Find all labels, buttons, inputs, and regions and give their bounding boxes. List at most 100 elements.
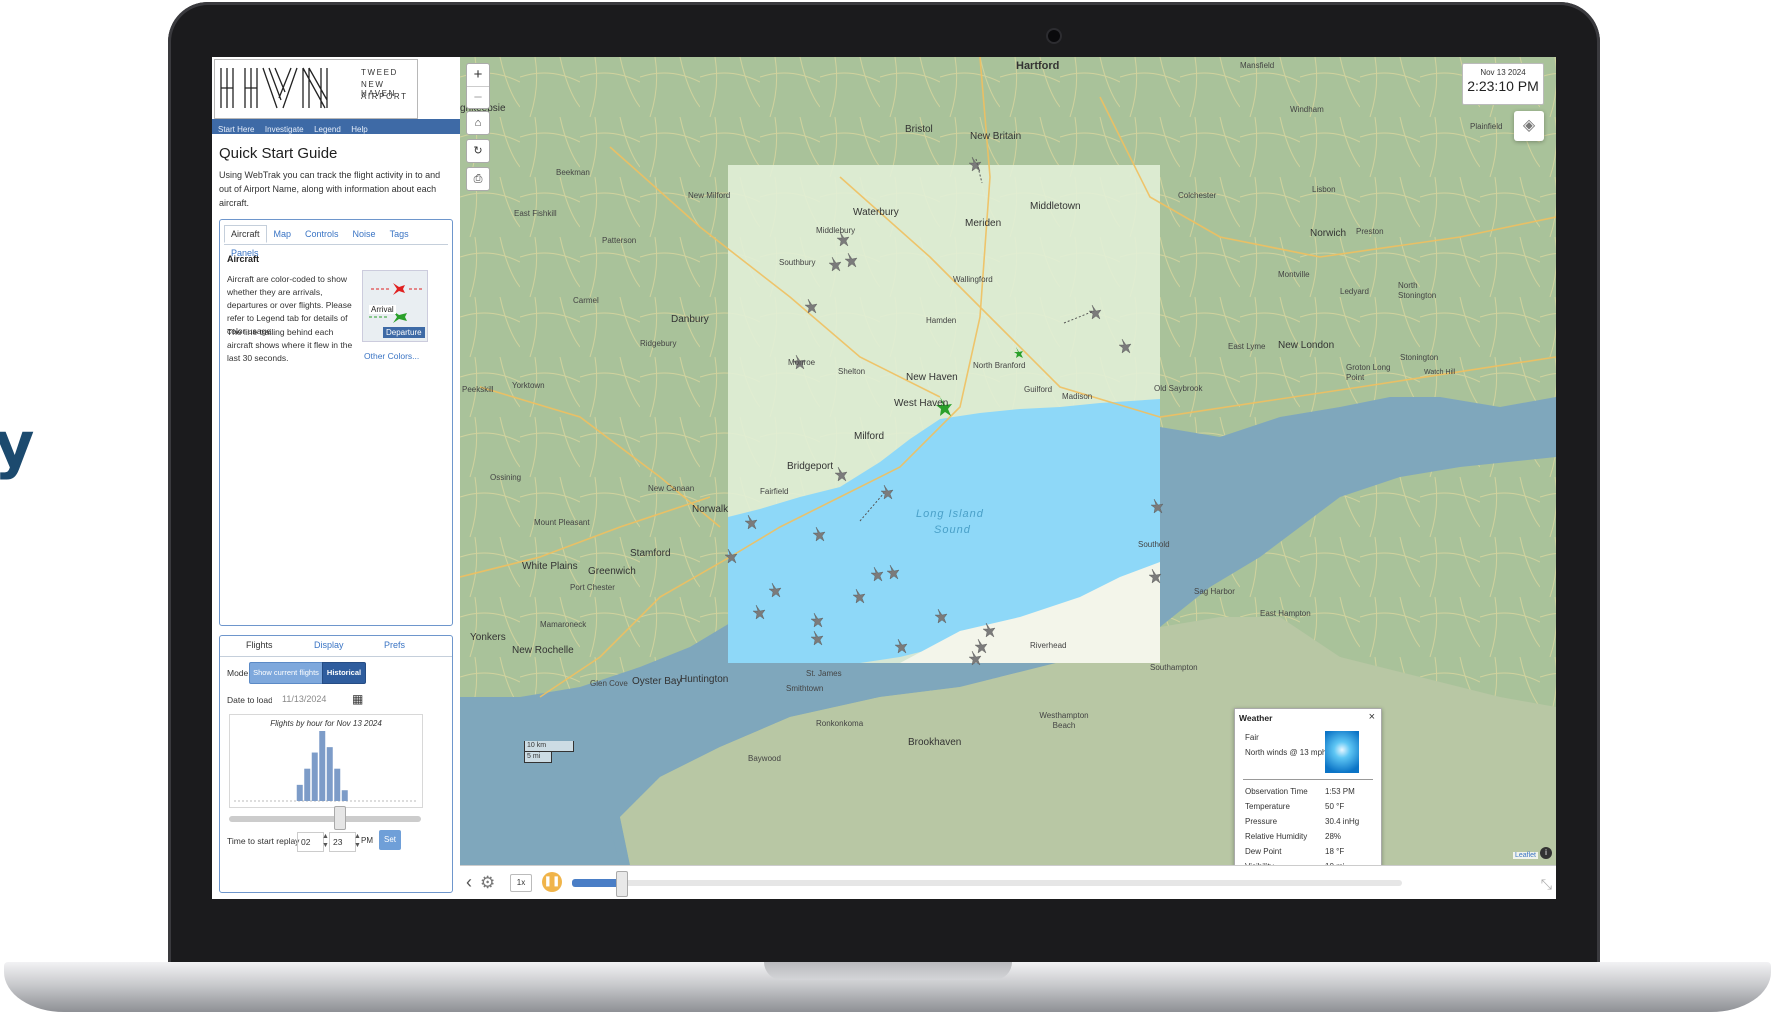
flights-tabs: Flights Display Prefs: [220, 640, 452, 656]
replay-label: Time to start replay: [227, 836, 300, 846]
place-label: St. James: [806, 669, 842, 678]
place-label: Mount Pleasant: [534, 518, 590, 527]
layers-icon[interactable]: ◈: [1514, 111, 1544, 141]
place-label: Smithtown: [786, 684, 824, 693]
departure-label: Departure: [383, 327, 425, 338]
histogram-bar: [341, 790, 348, 801]
playback-bar: ‹ ⚙ 1x ❚❚ ⤡: [460, 865, 1556, 899]
place-label: Patterson: [602, 236, 637, 245]
speed-button[interactable]: 1x: [510, 874, 532, 892]
place-label: Greenwich: [588, 566, 636, 577]
day-slider-track[interactable]: [229, 816, 421, 822]
weather-row-label: Dew Point: [1245, 847, 1282, 856]
map-scale: 10 km 5 mi: [524, 741, 574, 763]
show-current-flights-button[interactable]: Show current flights: [249, 662, 323, 684]
histogram-bar: [304, 768, 311, 801]
sun-icon: [1325, 731, 1359, 773]
place-label: Groton Long Point: [1346, 363, 1391, 382]
replay-minute-input[interactable]: 23: [329, 832, 356, 852]
day-slider-knob[interactable]: [334, 806, 346, 830]
place-label: Carmel: [573, 296, 599, 305]
place-label: Sag Harbor: [1194, 587, 1235, 596]
close-icon[interactable]: ×: [1369, 711, 1375, 723]
hvn-logo-mark: [220, 67, 328, 109]
timeline-track[interactable]: [572, 880, 1402, 886]
calendar-icon[interactable]: ▦: [352, 692, 363, 706]
minute-stepper-icon[interactable]: ▲ ▼: [354, 832, 361, 850]
zoom-out-button[interactable]: −: [467, 86, 489, 109]
other-colors-link[interactable]: Other Colors...: [364, 351, 419, 361]
logo-line-1: TWEED: [361, 68, 398, 77]
nav-start-here[interactable]: Start Here: [218, 122, 254, 137]
tab-tags[interactable]: Tags: [383, 225, 416, 243]
place-label: Meriden: [965, 218, 1002, 229]
zoom-control: + −: [466, 63, 490, 109]
place-label: Bridgeport: [787, 461, 834, 472]
nav-legend[interactable]: Legend: [314, 122, 341, 137]
place-label: Hartford: [1016, 60, 1060, 72]
date-input[interactable]: [272, 689, 354, 709]
arrival-label: Arrival: [369, 305, 396, 314]
place-label: Port Chester: [570, 583, 615, 592]
tab-noise[interactable]: Noise: [346, 225, 383, 243]
place-label: Ridgebury: [640, 339, 677, 348]
place-label: Norwich: [1310, 228, 1347, 239]
histogram-bar: [326, 747, 333, 801]
gear-icon[interactable]: ⚙: [480, 873, 495, 893]
replay-ampm[interactable]: PM: [361, 836, 373, 845]
place-label: Fairfield: [760, 487, 789, 496]
place-label: Guilford: [1024, 385, 1053, 394]
weather-row-label: Pressure: [1245, 817, 1278, 826]
webtrak-screen: TWEED NEW HAVEN AIRPORT Start Here Inves…: [212, 57, 1556, 899]
place-label: Monroe: [788, 358, 816, 367]
water-label-2: Sound: [934, 524, 971, 536]
guide-box: Aircraft Map Controls Noise TagsPanels Aircr…: [219, 219, 453, 626]
weather-row-value: 28%: [1325, 832, 1342, 841]
tab-controls[interactable]: Controls: [298, 225, 346, 243]
camera: [1048, 30, 1060, 42]
place-label: Ossining: [490, 473, 522, 482]
tab-aircraft[interactable]: Aircraft: [224, 225, 267, 243]
timeline-knob[interactable]: [616, 871, 628, 897]
flight-map[interactable]: Hartford Mansfield Bristol New Britain W…: [460, 57, 1556, 865]
scale-mi: 5 mi: [524, 752, 552, 763]
zoom-in-button[interactable]: +: [467, 64, 489, 86]
print-icon[interactable]: ⎙: [466, 167, 490, 191]
chevron-left-icon[interactable]: ‹: [466, 872, 472, 893]
place-label: New Britain: [970, 131, 1022, 142]
home-icon[interactable]: ⌂: [466, 111, 490, 135]
tab-flights[interactable]: Flights: [246, 640, 273, 650]
flights-panel: Flights Display Prefs Mode Show current …: [219, 635, 453, 893]
tab-map[interactable]: Map: [267, 225, 299, 243]
histogram-bar: [319, 731, 326, 801]
place-label: Milford: [854, 431, 885, 442]
place-label: Oyster Bay: [632, 676, 682, 687]
tab-prefs[interactable]: Prefs: [384, 640, 405, 650]
leaflet-attribution[interactable]: Leaflet: [1512, 852, 1538, 859]
place-label: Watch Hill: [1424, 369, 1456, 376]
place-label: Mansfield: [1240, 61, 1275, 70]
set-button[interactable]: Set: [379, 830, 401, 850]
place-label: New Rochelle: [512, 645, 574, 656]
tab-display[interactable]: Display: [314, 640, 344, 650]
place-label: East Hampton: [1260, 609, 1311, 618]
info-icon[interactable]: i: [1540, 847, 1552, 859]
place-label: North Branford: [973, 361, 1026, 370]
place-label: New London: [1278, 340, 1335, 351]
refresh-icon[interactable]: ↻: [466, 139, 490, 163]
nav-investigate[interactable]: Investigate: [265, 122, 304, 137]
resize-icon[interactable]: ⤡: [1541, 876, 1552, 893]
weather-row-value: 30.4 inHg: [1325, 817, 1360, 826]
pause-icon[interactable]: ❚❚: [542, 872, 562, 892]
hour-stepper-icon[interactable]: ▲ ▼: [322, 832, 329, 850]
histogram-bar: [334, 768, 341, 801]
place-label: Waterbury: [853, 207, 899, 218]
historical-button[interactable]: Historical: [322, 662, 366, 684]
nav-help[interactable]: Help: [351, 122, 367, 137]
logo-line-3: AIRPORT: [361, 92, 408, 101]
tab-divider: [224, 244, 448, 245]
place-label: North Stonington: [1398, 281, 1437, 300]
place-label: Middlebury: [816, 226, 856, 235]
replay-hour-input[interactable]: 02: [297, 832, 324, 852]
weather-condition: Fair: [1245, 733, 1259, 742]
